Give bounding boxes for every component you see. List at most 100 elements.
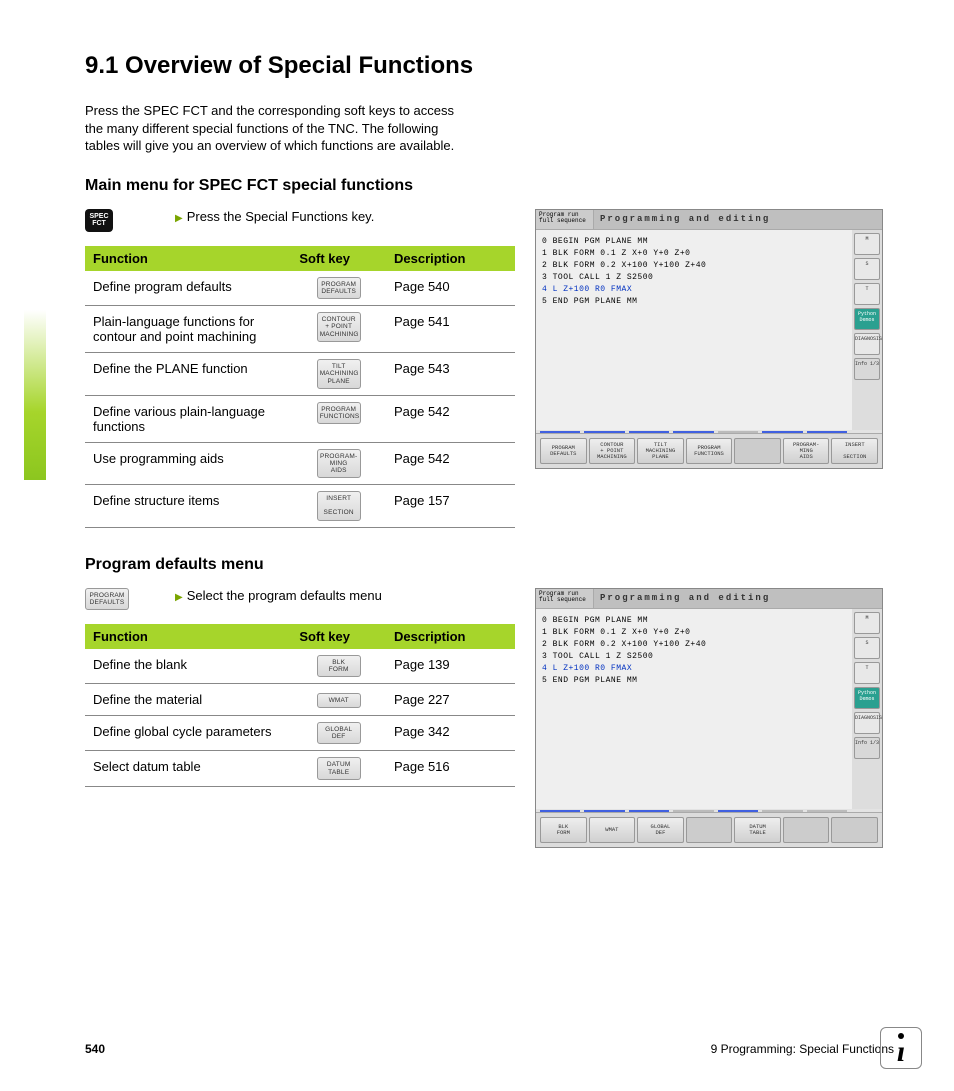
section1-title: Main menu for SPEC FCT special functions (85, 177, 909, 195)
scr-code: 0 BEGIN PGM PLANE MM 1 BLK FORM 0.1 Z X+… (536, 609, 852, 809)
scr-code: 0 BEGIN PGM PLANE MM 1 BLK FORM 0.1 Z X+… (536, 230, 852, 430)
softkey-icon: CONTOUR + POINT MACHINING (317, 312, 361, 341)
cell-function: Define the blank (85, 649, 291, 684)
program-defaults-key: PROGRAM DEFAULTS (85, 588, 129, 610)
softkey-button: DATUM TABLE (734, 817, 781, 843)
cell-description: Page 227 (386, 684, 515, 716)
section2-instruction: Select the program defaults menu (187, 586, 382, 603)
section1-instruction: Press the Special Functions key. (187, 207, 375, 224)
cell-softkey: INSERT SECTION (291, 485, 386, 527)
softkey-button: PROGRAM DEFAULTS (540, 438, 587, 464)
cell-description: Page 516 (386, 751, 515, 786)
side-btn-m: M (854, 233, 880, 255)
softkey-icon: TILT MACHINING PLANE (317, 359, 361, 388)
cell-description: Page 542 (386, 395, 515, 442)
table-row: Define the blankBLK FORMPage 139 (85, 649, 515, 684)
side-btn-s: S (854, 258, 880, 280)
chapter-label: 9 Programming: Special Functions (711, 1042, 894, 1056)
table-row: Define program defaults PROGRAM DEFAULTS P… (85, 271, 515, 306)
info-icon: ı (880, 1027, 922, 1069)
cell-description: Page 541 (386, 306, 515, 353)
softkey-icon: PROGRAM FUNCTIONS (317, 402, 361, 424)
table-row: Plain-language functions for contour and… (85, 306, 515, 353)
scr-title: Programming and editing (594, 589, 882, 608)
page-number: 540 (85, 1042, 105, 1056)
section2-title: Program defaults menu (85, 556, 909, 574)
softkey-button (831, 817, 878, 843)
softkey-button: CONTOUR + POINT MACHINING (589, 438, 636, 464)
code-line: 5 END PGM PLANE MM (542, 675, 846, 687)
cell-description: Page 139 (386, 649, 515, 684)
th-softkey: Soft key (291, 246, 386, 271)
side-btn-info: Info 1/3 (854, 358, 880, 380)
scr-mode: Program run full sequence (536, 210, 594, 229)
softkey-icon: DATUM TABLE (317, 757, 361, 779)
cell-softkey: PROGRAM FUNCTIONS (291, 395, 386, 442)
table-row: Define structure items INSERT SECTION Page… (85, 485, 515, 527)
scr-mode: Program run full sequence (536, 589, 594, 608)
side-btn-python: Python Demos (854, 687, 880, 709)
table-row: Define the PLANE function TILT MACHINING … (85, 353, 515, 395)
softkey-icon: INSERT SECTION (317, 491, 361, 520)
side-btn-info: Info 1/3 (854, 737, 880, 759)
softkey-button: WMAT (589, 817, 636, 843)
cell-function: Define structure items (85, 485, 291, 527)
screenshot-1: Program run full sequence Programming an… (535, 209, 883, 469)
code-line: 4 L Z+100 R0 FMAX (542, 284, 846, 296)
cell-softkey: WMAT (291, 684, 386, 716)
side-btn-s: S (854, 637, 880, 659)
page-footer: 540 9 Programming: Special Functions (85, 1042, 894, 1056)
softkey-icon: WMAT (317, 693, 361, 708)
cell-function: Define the material (85, 684, 291, 716)
softkey-icon: PROGRAM DEFAULTS (317, 277, 361, 299)
table-row: Use programming aids PROGRAM- MING AIDS Pa… (85, 442, 515, 484)
cell-function: Define various plain-language functions (85, 395, 291, 442)
cell-description: Page 342 (386, 716, 515, 751)
softkey-button: TILT MACHINING PLANE (637, 438, 684, 464)
code-line: 1 BLK FORM 0.1 Z X+0 Y+0 Z+0 (542, 627, 846, 639)
th-description: Description (386, 624, 515, 649)
softkey-button: GLOBAL DEF (637, 817, 684, 843)
softkey-button: PROGRAM FUNCTIONS (686, 438, 733, 464)
screenshot-2: Program run full sequence Programming an… (535, 588, 883, 848)
softkey-button (783, 817, 830, 843)
side-btn-t: T (854, 662, 880, 684)
cell-description: Page 543 (386, 353, 515, 395)
th-function: Function (85, 246, 291, 271)
side-btn-t: T (854, 283, 880, 305)
cell-softkey: DATUM TABLE (291, 751, 386, 786)
table-row: Define the material WMAT Page 227 (85, 684, 515, 716)
page-title: 9.1 Overview of Special Functions (85, 52, 909, 80)
softkey-button (734, 438, 781, 464)
cell-softkey: PROGRAM DEFAULTS (291, 271, 386, 306)
arrow-icon: ▶ (175, 213, 183, 224)
table-row: Define global cycle parametersGLOBAL DEF… (85, 716, 515, 751)
softkey-icon: PROGRAM- MING AIDS (317, 449, 361, 478)
scr-title: Programming and editing (594, 210, 882, 229)
cell-function: Define program defaults (85, 271, 291, 306)
th-function: Function (85, 624, 291, 649)
code-line: 2 BLK FORM 0.2 X+100 Y+100 Z+40 (542, 260, 846, 272)
intro-paragraph: Press the SPEC FCT and the corresponding… (85, 102, 465, 155)
side-btn-python: Python Demos (854, 308, 880, 330)
cell-description: Page 157 (386, 485, 515, 527)
cell-function: Define the PLANE function (85, 353, 291, 395)
softkey-button: BLK FORM (540, 817, 587, 843)
cell-function: Use programming aids (85, 442, 291, 484)
th-softkey: Soft key (291, 624, 386, 649)
cell-description: Page 542 (386, 442, 515, 484)
table-row: Define various plain-language functions P… (85, 395, 515, 442)
cell-function: Select datum table (85, 751, 291, 786)
cell-softkey: BLK FORM (291, 649, 386, 684)
code-line: 4 L Z+100 R0 FMAX (542, 663, 846, 675)
code-line: 2 BLK FORM 0.2 X+100 Y+100 Z+40 (542, 639, 846, 651)
softkey-button: PROGRAM- MING AIDS (783, 438, 830, 464)
cell-function: Plain-language functions for contour and… (85, 306, 291, 353)
softkey-button (686, 817, 733, 843)
cell-description: Page 540 (386, 271, 515, 306)
cell-softkey: TILT MACHINING PLANE (291, 353, 386, 395)
spec-fct-key: SPEC FCT (85, 209, 113, 232)
code-line: 3 TOOL CALL 1 Z S2500 (542, 272, 846, 284)
code-line: 3 TOOL CALL 1 Z S2500 (542, 651, 846, 663)
cell-function: Define global cycle parameters (85, 716, 291, 751)
